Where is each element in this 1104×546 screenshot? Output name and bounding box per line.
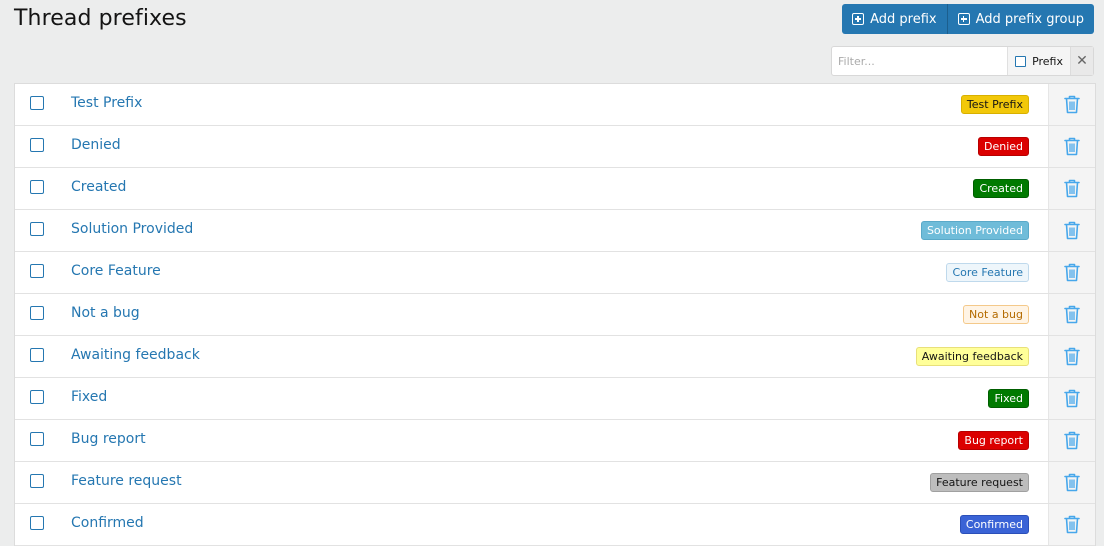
delete-button[interactable] (1048, 462, 1095, 503)
prefix-label: Solution Provided (920, 221, 1029, 240)
prefix-title-link[interactable]: Feature request (71, 473, 182, 489)
prefix-title-link[interactable]: Solution Provided (71, 221, 193, 237)
header-actions: Add prefix Add prefix group (842, 4, 1094, 34)
trash-icon (1064, 263, 1080, 282)
trash-icon (1064, 431, 1080, 450)
filter-input[interactable] (832, 47, 1008, 75)
list-item: Test Prefix Test Prefix (15, 84, 1095, 126)
prefix-label: Feature request (930, 473, 1029, 492)
prefix-label-cell: Solution Provided (743, 210, 1043, 251)
prefix-title-link[interactable]: Confirmed (71, 515, 144, 531)
trash-icon (1064, 95, 1080, 114)
select-checkbox[interactable] (30, 516, 44, 530)
page-title: Thread prefixes (14, 6, 187, 31)
prefix-title-link[interactable]: Created (71, 179, 126, 195)
list-item: Confirmed Confirmed (15, 504, 1095, 546)
prefix-title-link[interactable]: Core Feature (71, 263, 161, 279)
plus-square-icon (852, 13, 865, 25)
trash-icon (1064, 389, 1080, 408)
prefix-label-cell: Fixed (743, 378, 1043, 419)
prefix-label-cell: Core Feature (743, 252, 1043, 293)
delete-button[interactable] (1048, 126, 1095, 167)
select-checkbox[interactable] (30, 96, 44, 110)
select-checkbox[interactable] (30, 138, 44, 152)
prefix-label: Confirmed (959, 515, 1029, 534)
add-prefix-label: Add prefix (870, 11, 937, 27)
add-prefix-button[interactable]: Add prefix (842, 4, 947, 34)
list-item: Bug report Bug report (15, 420, 1095, 462)
select-checkbox[interactable] (30, 222, 44, 236)
trash-icon (1064, 515, 1080, 534)
delete-button[interactable] (1048, 336, 1095, 377)
prefix-title-link[interactable]: Bug report (71, 431, 146, 447)
delete-button[interactable] (1048, 378, 1095, 419)
prefix-checkbox-icon[interactable] (1015, 55, 1027, 67)
prefix-list: Test Prefix Test Prefix Denied Denied Cr… (14, 83, 1096, 546)
list-item: Not a bug Not a bug (15, 294, 1095, 336)
prefix-label-cell: Test Prefix (743, 84, 1043, 125)
prefix-title-link[interactable]: Awaiting feedback (71, 347, 200, 363)
add-prefix-group-label: Add prefix group (975, 11, 1084, 27)
select-checkbox[interactable] (30, 474, 44, 488)
trash-icon (1064, 137, 1080, 156)
prefix-label-cell: Awaiting feedback (743, 336, 1043, 377)
select-checkbox[interactable] (30, 348, 44, 362)
prefix-label-cell: Bug report (743, 420, 1043, 461)
trash-icon (1064, 473, 1080, 492)
list-item: Core Feature Core Feature (15, 252, 1095, 294)
prefix-label: Created (973, 179, 1029, 198)
filter-bar: Prefix ✕ (831, 46, 1094, 76)
trash-icon (1064, 305, 1080, 324)
list-item: Created Created (15, 168, 1095, 210)
prefix-label: Fixed (988, 389, 1029, 408)
prefix-label-cell: Created (743, 168, 1043, 209)
delete-button[interactable] (1048, 420, 1095, 461)
list-item: Solution Provided Solution Provided (15, 210, 1095, 252)
prefix-label: Denied (977, 137, 1029, 156)
prefix-title-link[interactable]: Test Prefix (71, 95, 142, 111)
prefix-label: Test Prefix (960, 95, 1029, 114)
plus-square-icon (957, 13, 970, 25)
select-checkbox[interactable] (30, 306, 44, 320)
prefix-label: Awaiting feedback (915, 347, 1029, 366)
delete-button[interactable] (1048, 84, 1095, 125)
prefix-label-cell: Feature request (743, 462, 1043, 503)
select-checkbox[interactable] (30, 432, 44, 446)
prefix-title-link[interactable]: Denied (71, 137, 121, 153)
prefix-filter-label: Prefix (1032, 54, 1063, 68)
list-item: Awaiting feedback Awaiting feedback (15, 336, 1095, 378)
delete-button[interactable] (1048, 210, 1095, 251)
add-prefix-group-button[interactable]: Add prefix group (946, 4, 1094, 34)
trash-icon (1064, 179, 1080, 198)
trash-icon (1064, 347, 1080, 366)
prefix-title-link[interactable]: Fixed (71, 389, 107, 405)
select-checkbox[interactable] (30, 390, 44, 404)
list-item: Denied Denied (15, 126, 1095, 168)
clear-filter-button[interactable]: ✕ (1070, 47, 1093, 75)
select-checkbox[interactable] (30, 264, 44, 278)
delete-button[interactable] (1048, 168, 1095, 209)
prefix-label: Not a bug (963, 305, 1029, 324)
select-checkbox[interactable] (30, 180, 44, 194)
list-item: Fixed Fixed (15, 378, 1095, 420)
delete-button[interactable] (1048, 252, 1095, 293)
prefix-label-cell: Denied (743, 126, 1043, 167)
list-item: Feature request Feature request (15, 462, 1095, 504)
prefix-filter-toggle[interactable]: Prefix (1007, 47, 1070, 75)
prefix-label: Core Feature (946, 263, 1029, 282)
prefix-title-link[interactable]: Not a bug (71, 305, 140, 321)
trash-icon (1064, 221, 1080, 240)
prefix-label-cell: Not a bug (743, 294, 1043, 335)
delete-button[interactable] (1048, 294, 1095, 335)
prefix-label: Bug report (958, 431, 1029, 450)
